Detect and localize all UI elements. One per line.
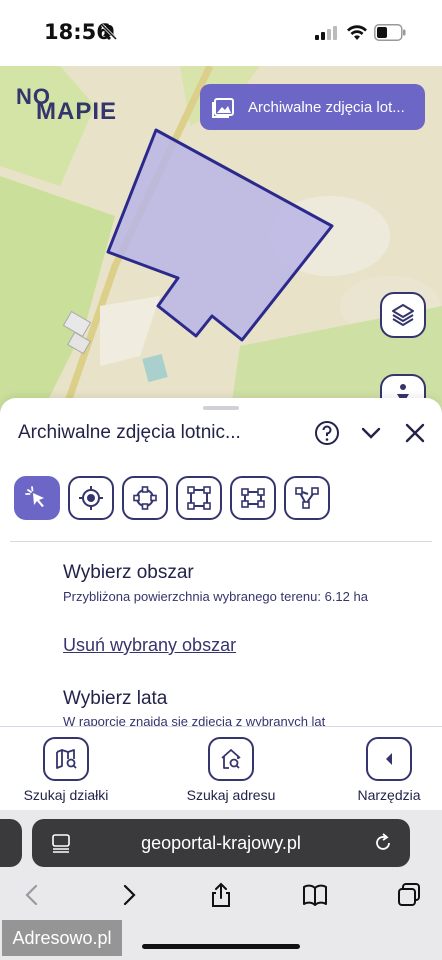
tool-polyline-button[interactable] <box>284 476 330 520</box>
search-parcel-button[interactable] <box>43 737 89 781</box>
reload-icon[interactable] <box>372 832 394 854</box>
wifi-icon <box>347 25 367 40</box>
archive-chip-label: Archiwalne zdjęcia lot... <box>248 98 405 116</box>
tool-rectangle-button[interactable] <box>176 476 222 520</box>
remove-area-link[interactable]: Usuń wybrany obszar <box>63 635 236 656</box>
help-icon[interactable] <box>314 420 340 446</box>
box-icon <box>241 488 265 508</box>
forward-icon[interactable] <box>115 882 141 908</box>
nav-search-address[interactable]: Szukaj adresu <box>181 737 281 803</box>
tools-button[interactable] <box>366 737 412 781</box>
image-icon <box>212 98 234 118</box>
nav-search-parcel-label: Szukaj działki <box>23 787 109 803</box>
signal-icon <box>315 26 337 40</box>
address-bar[interactable]: geoportal-krajowy.pl <box>32 819 410 867</box>
nav-tools-label: Narzędzia <box>357 787 421 803</box>
bottom-sheet: Archiwalne zdjęcia lotnic... Wybierz obs… <box>0 398 442 728</box>
bottom-navigation: Szukaj działki Szukaj adresu Narzędzia <box>0 726 442 810</box>
nav-search-address-label: Szukaj adresu <box>186 787 276 803</box>
pointer-icon <box>25 486 44 507</box>
chevron-down-icon[interactable] <box>358 420 384 446</box>
battery-icon <box>374 24 406 41</box>
locate-icon <box>79 486 103 510</box>
previous-tab-preview[interactable] <box>0 819 22 867</box>
bookmarks-icon[interactable] <box>302 882 328 908</box>
drawing-toolbar <box>14 476 330 520</box>
nav-search-parcel[interactable]: Szukaj działki <box>16 737 116 803</box>
archive-photos-chip[interactable]: Archiwalne zdjęcia lot... <box>200 84 425 130</box>
search-address-button[interactable] <box>208 737 254 781</box>
point-shape-icon <box>133 486 157 510</box>
back-icon[interactable] <box>20 882 46 908</box>
tabs-icon[interactable] <box>396 882 422 908</box>
app-logo: NO MAPIE <box>16 84 126 128</box>
tool-circle-button[interactable] <box>122 476 168 520</box>
select-area-title: Wybierz obszar <box>63 562 194 583</box>
logo-bottom-text: MAPIE <box>36 98 118 125</box>
url-text: geoportal-krajowy.pl <box>141 833 301 853</box>
layers-button[interactable] <box>380 292 426 338</box>
select-years-title: Wybierz lata <box>63 688 168 709</box>
arrow-left-icon <box>386 753 392 765</box>
sheet-drag-handle[interactable] <box>203 406 239 410</box>
status-bar: 18:56 <box>0 0 442 66</box>
bell-muted-icon <box>100 23 118 41</box>
close-icon[interactable] <box>402 420 428 446</box>
tool-box-button[interactable] <box>230 476 276 520</box>
rectangle-icon <box>187 486 211 510</box>
area-size-text: Przybliżona powierzchnia wybranego teren… <box>63 589 368 604</box>
layers-icon <box>392 304 414 326</box>
sheet-divider <box>10 541 432 542</box>
map-search-icon <box>56 749 77 769</box>
sheet-title: Archiwalne zdjęcia lotnic... <box>18 422 241 443</box>
home-indicator <box>142 944 300 949</box>
home-search-icon <box>221 749 241 769</box>
share-icon[interactable] <box>208 882 234 908</box>
tool-locate-button[interactable] <box>68 476 114 520</box>
tool-select-button[interactable] <box>14 476 60 520</box>
nav-tools[interactable]: Narzędzia <box>344 737 434 803</box>
watermark: Adresowo.pl <box>2 920 122 956</box>
polyline-icon <box>295 487 319 509</box>
